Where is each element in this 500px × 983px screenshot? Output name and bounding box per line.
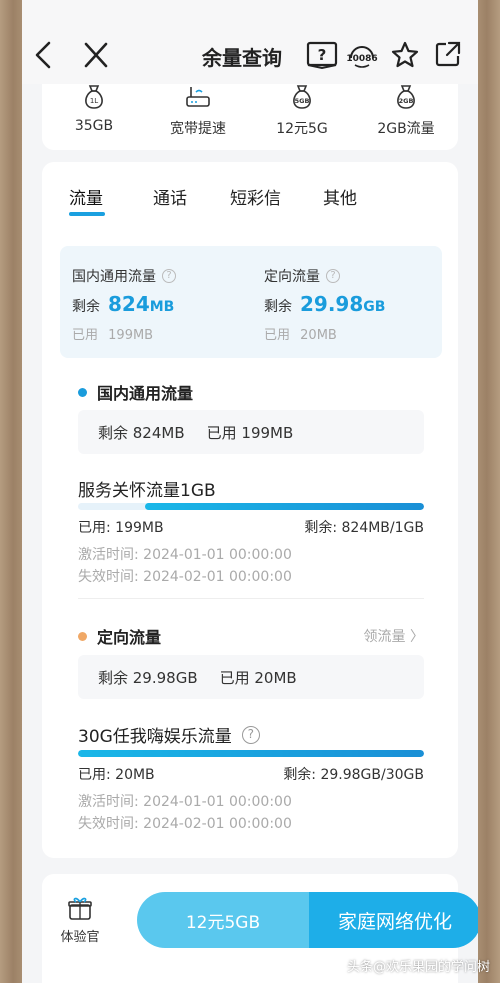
remain-unit: GB (363, 299, 386, 315)
close-icon[interactable] (82, 40, 110, 70)
expire-time: 失效时间: 2024-02-01 00:00:00 (78, 816, 292, 832)
expire-time: 失效时间: 2024-02-01 00:00:00 (78, 569, 292, 585)
orange-dot-icon (78, 631, 87, 641)
quick-item-2gb[interactable]: 2GB 2GB流量 (354, 78, 458, 150)
blue-dot-icon (78, 387, 87, 397)
summary-directed-title: 定向流量 (264, 269, 320, 285)
page-title: 余量查询 (202, 46, 282, 70)
used-value: 20MB (300, 328, 337, 343)
star-icon[interactable] (390, 40, 420, 70)
background-left (0, 0, 22, 983)
summary-domestic-title: 国内通用流量 (72, 269, 156, 285)
quick-item-label: 2GB流量 (377, 121, 435, 137)
home-network-optimize-button[interactable]: 家庭网络优化 (309, 892, 478, 948)
activate-time: 激活时间: 2024-01-01 00:00:00 (78, 794, 292, 810)
data-summary: 国内通用流量 ? 剩余 824 MB 已用 199MB 定向流量 ? 剩余 29… (60, 246, 442, 358)
get-data-link[interactable]: 领流量 〉 (364, 626, 424, 646)
tab-data[interactable]: 流量 (69, 184, 103, 209)
used-label: 已用 (264, 328, 291, 343)
svg-text:2GB: 2GB (399, 97, 414, 105)
package-name: 30G任我嗨娱乐流量 (78, 727, 232, 747)
divider (78, 598, 424, 599)
gift-box-icon (68, 897, 92, 920)
domestic-totals: 剩余 824MB 已用 199MB (78, 410, 424, 454)
svg-text:5GB: 5GB (295, 97, 310, 105)
remain-unit: MB (149, 299, 175, 315)
experience-officer-label: 体验官 (60, 930, 100, 945)
package-remain: 剩余: 29.98GB/30GB (283, 767, 424, 783)
svg-text:?: ? (318, 46, 327, 64)
remain-text: 剩余 824MB (98, 423, 185, 442)
tab-bar: 流量 通话 短彩信 其他 (42, 162, 458, 222)
buy-12yuan-5gb-button[interactable]: 12元5GB (137, 892, 309, 948)
money-bag-icon: 1L (85, 85, 103, 109)
package-title: 30G任我嗨娱乐流量 ? (78, 722, 260, 747)
quick-item-35gb[interactable]: 1L 35GB (42, 78, 146, 150)
remain-label: 剩余 (264, 299, 292, 315)
progress-fill (145, 503, 424, 510)
watermark: 头条@欢乐果园的学问树 (346, 960, 490, 975)
background-right (478, 0, 500, 983)
remain-value: 29.98 (300, 292, 364, 316)
section-domestic-header: 国内通用流量 (78, 380, 193, 404)
section-title: 定向流量 (97, 628, 162, 647)
back-arrow-icon[interactable] (32, 38, 56, 72)
package-used: 已用: 20MB (78, 767, 155, 783)
quick-item-label: 12元5G (276, 121, 328, 137)
question-icon[interactable]: ? (241, 725, 260, 744)
package-used: 已用: 199MB (78, 520, 164, 536)
tab-calls[interactable]: 通话 (153, 184, 187, 209)
share-icon[interactable] (434, 40, 462, 68)
quick-item-label: 35GB (74, 118, 114, 134)
tab-active-indicator (69, 212, 105, 216)
remain-value: 824 (108, 292, 150, 316)
quick-item-12yuan-5g[interactable]: 5GB 12元5G (250, 78, 354, 150)
used-value: 199MB (108, 328, 154, 343)
experience-officer-button[interactable]: 体验官 (52, 894, 108, 950)
router-icon (186, 87, 210, 107)
section-directed-header: 定向流量 (78, 624, 161, 648)
svg-text:10086: 10086 (346, 54, 377, 64)
quick-item-label: 宽带提速 (170, 121, 226, 137)
used-text: 已用 199MB (206, 423, 294, 442)
quick-item-broadband[interactable]: 宽带提速 (146, 78, 250, 150)
question-icon[interactable]: ? (162, 269, 176, 283)
remain-text: 剩余 29.98GB (98, 668, 198, 687)
usage-progress-bar (78, 503, 424, 510)
money-bag-icon: 5GB (293, 85, 311, 109)
usage-progress-bar (78, 750, 424, 757)
tab-other[interactable]: 其他 (323, 184, 357, 209)
section-title: 国内通用流量 (97, 384, 194, 403)
package-name: 服务关怀流量1GB (78, 481, 216, 501)
package-remain: 剩余: 824MB/1GB (304, 520, 424, 536)
customer-service-icon[interactable]: 10086 (345, 38, 379, 72)
tab-sms[interactable]: 短彩信 (230, 184, 281, 209)
activate-time: 激活时间: 2024-01-01 00:00:00 (78, 547, 292, 563)
money-bag-icon: 2GB (397, 85, 415, 109)
directed-totals: 剩余 29.98GB 已用 20MB (78, 655, 424, 699)
summary-domestic: 国内通用流量 ? 剩余 824 MB 已用 199MB (60, 246, 240, 358)
progress-fill (78, 750, 424, 757)
summary-directed: 定向流量 ? 剩余 29.98 GB 已用 20MB (252, 246, 432, 358)
svg-text:1L: 1L (90, 97, 98, 105)
help-book-icon[interactable]: ? (305, 40, 339, 70)
offer-buttons: 12元5GB 家庭网络优化 (137, 892, 478, 948)
top-nav-bar: 余量查询 ? 10086 (22, 0, 478, 84)
quick-offers-row: 1L 35GB 宽带提速 5GB 12元5G 2GB 2GB流量 (42, 78, 458, 150)
remain-label: 剩余 (72, 299, 100, 315)
question-icon[interactable]: ? (326, 269, 340, 283)
used-label: 已用 (72, 328, 99, 343)
data-balance-card: 流量 通话 短彩信 其他 国内通用流量 ? 剩余 824 MB 已用 199MB (42, 162, 458, 858)
used-text: 已用 20MB (219, 668, 297, 687)
app-screen: 余量查询 ? 10086 1L 35GB 宽带提速 5GB 12元5G 2GB (22, 0, 478, 983)
